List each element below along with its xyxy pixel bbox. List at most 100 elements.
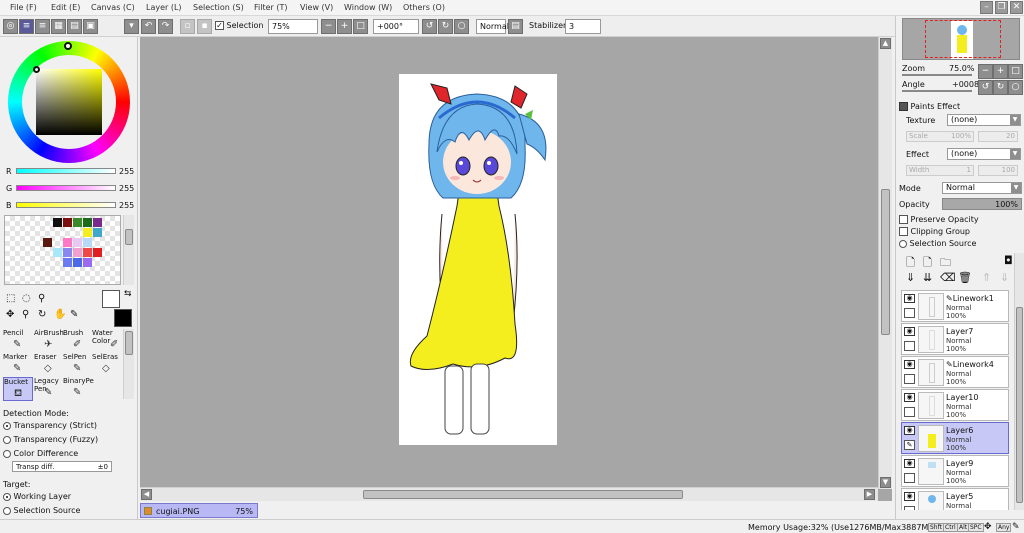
- tool-legacy-pen[interactable]: Legacy Pen ✎: [34, 377, 64, 401]
- deselect-icon[interactable]: ▫: [180, 19, 195, 34]
- layer-item[interactable]: ◉ Layer7 Normal 100%: [901, 323, 1009, 355]
- secondary-color-swatch[interactable]: [114, 309, 132, 327]
- transp-diff-field[interactable]: Transp diff. ±0: [12, 461, 112, 472]
- canvas-area[interactable]: ▲ ▼ ◀ ▶: [140, 37, 892, 501]
- menu-canvas[interactable]: Canvas (C): [91, 3, 135, 12]
- undo-icon[interactable]: ↶: [141, 19, 156, 34]
- zoom-in-icon[interactable]: +: [337, 19, 352, 34]
- mode-option-strict[interactable]: Transparency (Strict): [3, 421, 97, 430]
- tool-bucket[interactable]: Bucket ⛾: [3, 377, 33, 401]
- selection-toggle[interactable]: ✓ Selection: [215, 21, 263, 30]
- swatch-grid[interactable]: [4, 215, 121, 285]
- color-wheel[interactable]: [8, 41, 130, 163]
- canvas-horizontal-scrollbar[interactable]: ◀ ▶: [140, 487, 878, 501]
- zoom-out-icon[interactable]: −: [321, 19, 336, 34]
- tool-watercolor[interactable]: Water Color ✐: [92, 329, 122, 353]
- menu-edit[interactable]: Edit (E): [51, 3, 80, 12]
- scroll-up-icon[interactable]: ▲: [880, 38, 891, 49]
- nav-zoom-fit-icon[interactable]: □: [1008, 64, 1023, 79]
- layer-up-icon[interactable]: ⇑: [982, 271, 991, 284]
- mode-option-fuzzy[interactable]: Transparency (Fuzzy): [3, 435, 98, 444]
- zoom-tool-icon[interactable]: ⚲: [22, 309, 29, 320]
- rect-select-icon[interactable]: ⬚: [6, 293, 15, 304]
- swatch-tab-icon[interactable]: ▤: [67, 19, 82, 34]
- tool-marker[interactable]: Marker ✎: [3, 353, 33, 377]
- layer-item[interactable]: ◉ Layer5 Normal: [901, 488, 1009, 510]
- close-icon[interactable]: ✕: [1010, 1, 1023, 14]
- layer-item[interactable]: ◉ Layer10 Normal 100%: [901, 389, 1009, 421]
- hsv-slider-tab-icon[interactable]: ≡: [35, 19, 50, 34]
- tool-seleras[interactable]: SelEras ◇: [92, 353, 122, 377]
- menu-filter[interactable]: Filter (T): [254, 3, 287, 12]
- layer-scrollbar[interactable]: [1014, 253, 1024, 510]
- nav-angle-slider[interactable]: [902, 90, 972, 92]
- mode-option-color-diff[interactable]: Color Difference: [3, 449, 78, 458]
- nav-rotate-left-icon[interactable]: ↺: [978, 80, 993, 95]
- clear-layer-icon[interactable]: ⌫: [940, 271, 956, 284]
- zoom-select[interactable]: 75%: [268, 19, 318, 34]
- canvas-vscroll-thumb[interactable]: [881, 189, 890, 335]
- nav-zoom-out-icon[interactable]: −: [978, 64, 993, 79]
- rotate-right-icon[interactable]: ↻: [438, 19, 453, 34]
- rotate-left-icon[interactable]: ↺: [422, 19, 437, 34]
- menu-selection[interactable]: Selection (S): [193, 3, 244, 12]
- menu-file[interactable]: File (F): [10, 3, 37, 12]
- lasso-icon[interactable]: ◌: [22, 293, 31, 304]
- selection-source-toggle[interactable]: Selection Source: [899, 239, 976, 248]
- swatch-scrollbar[interactable]: [123, 215, 134, 285]
- delete-layer-icon[interactable]: 🗑: [958, 271, 972, 284]
- redo-icon[interactable]: ↷: [158, 19, 173, 34]
- layer-item[interactable]: ◉ Layer9 Normal 100%: [901, 455, 1009, 487]
- merge-down-icon[interactable]: ⇊: [923, 271, 932, 284]
- r-slider[interactable]: [16, 168, 116, 174]
- rotation-select[interactable]: +000°: [373, 19, 419, 34]
- g-slider[interactable]: [16, 185, 116, 191]
- nav-rotate-reset-icon[interactable]: ○: [1008, 80, 1023, 95]
- tool-binary-pen[interactable]: BinaryPe ✎: [63, 377, 94, 401]
- swap-colors-icon[interactable]: ⇆: [124, 289, 132, 299]
- opacity-slider[interactable]: 100%: [942, 198, 1022, 210]
- clipping-group-toggle[interactable]: Clipping Group: [899, 227, 970, 236]
- menu-window[interactable]: Window (W): [344, 3, 392, 12]
- rotate-tool-icon[interactable]: ↻: [38, 309, 46, 320]
- magic-wand-icon[interactable]: ⚲: [38, 293, 45, 304]
- minimize-icon[interactable]: –: [980, 1, 993, 14]
- canvas-hscroll-thumb[interactable]: [363, 490, 683, 499]
- rotation-reset-icon[interactable]: ○: [454, 19, 469, 34]
- stabilizer-select[interactable]: 3: [565, 19, 601, 34]
- scroll-right-icon[interactable]: ▶: [864, 489, 875, 500]
- selection-checkbox-icon[interactable]: ✓: [215, 21, 224, 30]
- color-wheel-tab-icon[interactable]: ◎: [3, 19, 18, 34]
- tool-eraser[interactable]: Eraser ◇: [34, 353, 64, 377]
- blend-mode-select[interactable]: Normal: [476, 19, 509, 34]
- paints-effect-header[interactable]: Paints Effect: [899, 102, 960, 111]
- scroll-left-icon[interactable]: ◀: [141, 489, 152, 500]
- effect-select[interactable]: (none) ▼: [947, 148, 1021, 160]
- target-option-selection[interactable]: Selection Source: [3, 506, 80, 515]
- texture-select[interactable]: (none) ▼: [947, 114, 1021, 126]
- move-icon[interactable]: ✥: [6, 309, 14, 320]
- scratchpad-tab-icon[interactable]: ▣: [83, 19, 98, 34]
- invert-selection-icon[interactable]: ▪: [197, 19, 212, 34]
- hue-marker-icon[interactable]: [64, 42, 72, 50]
- navigator-preview[interactable]: [902, 18, 1020, 60]
- layer-down-icon[interactable]: ⇓: [1000, 271, 1009, 284]
- nav-zoom-in-icon[interactable]: +: [993, 64, 1008, 79]
- menu-others[interactable]: Others (O): [403, 3, 445, 12]
- primary-color-swatch[interactable]: [102, 290, 120, 308]
- saturation-value-square[interactable]: [36, 69, 102, 135]
- layer-mode-select[interactable]: Normal ▼: [942, 182, 1022, 194]
- layer-scroll-thumb[interactable]: [1016, 307, 1023, 503]
- rgb-slider-tab-icon[interactable]: ≡: [19, 19, 34, 34]
- layer-mask-icon[interactable]: ◘: [1004, 254, 1013, 267]
- tool-scrollbar[interactable]: [123, 329, 134, 399]
- tool-airbrush[interactable]: AirBrush ✈: [34, 329, 64, 353]
- flip-icon[interactable]: ▤: [508, 19, 523, 34]
- eyedropper-icon[interactable]: ✎: [70, 309, 78, 320]
- nav-zoom-slider[interactable]: [902, 74, 972, 76]
- color-marker-icon[interactable]: [33, 66, 40, 73]
- document-tab[interactable]: cugiai.PNG 75%: [140, 503, 258, 518]
- canvas-vertical-scrollbar[interactable]: ▲ ▼: [878, 37, 892, 489]
- menu-view[interactable]: View (V): [300, 3, 333, 12]
- canvas-document[interactable]: [399, 74, 557, 445]
